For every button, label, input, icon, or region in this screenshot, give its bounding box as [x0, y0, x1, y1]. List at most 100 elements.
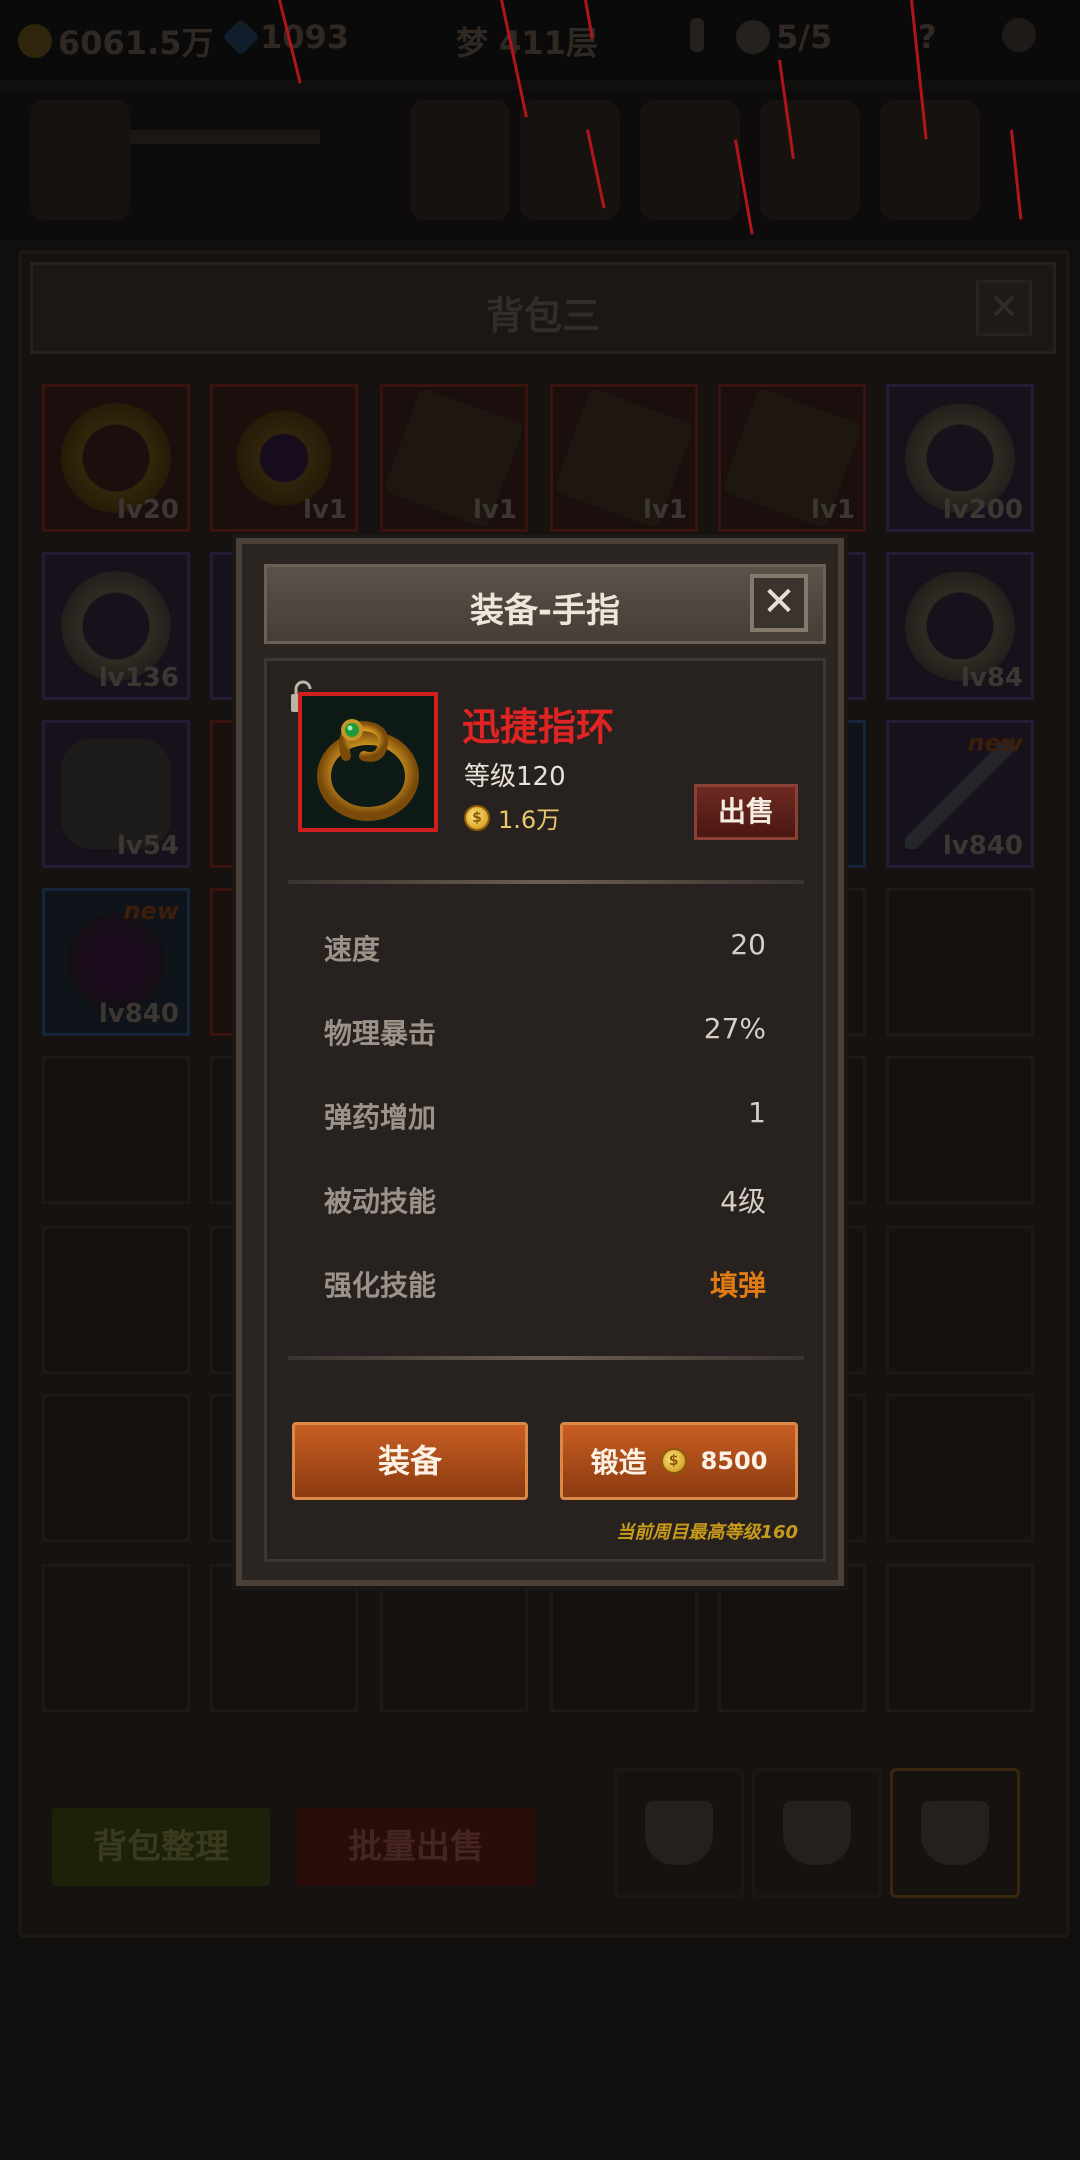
inventory-slot[interactable]: [718, 1564, 866, 1712]
bag-title-bar: 背包三: [30, 262, 1056, 354]
hero-avatar[interactable]: [30, 100, 130, 220]
inventory-slot[interactable]: [210, 1564, 358, 1712]
inventory-slot[interactable]: [886, 1226, 1034, 1374]
gold-counter: 6061.5万: [18, 18, 214, 64]
inventory-slot[interactable]: [42, 1226, 190, 1374]
stat-value: 20: [730, 928, 766, 961]
max-level-note: 当前周目最高等级160: [616, 1522, 798, 1543]
stat-label: 强化技能: [324, 1269, 437, 1302]
inventory-slot[interactable]: lv1: [550, 384, 698, 532]
divider: [288, 1356, 804, 1360]
skull-icon: [736, 20, 770, 54]
slot-level: lv1: [473, 495, 517, 525]
inventory-slot[interactable]: new lv840: [886, 720, 1034, 868]
slot-level: lv136: [98, 663, 179, 693]
gold-coin-icon: $: [464, 804, 490, 831]
party-slot[interactable]: [410, 100, 510, 220]
inventory-slot[interactable]: [886, 1394, 1034, 1542]
dialog-header: 装备-手指: [264, 564, 826, 644]
gold-amount: 6061.5万: [58, 24, 214, 62]
slot-level: lv20: [116, 495, 179, 525]
key-icon: [690, 18, 704, 52]
key-counter: [690, 18, 704, 52]
ghost-amount: 5/5: [776, 18, 833, 56]
inventory-slot[interactable]: lv84: [886, 552, 1034, 700]
forge-cost: 8500: [700, 1447, 768, 1475]
new-badge: new: [123, 897, 179, 925]
forge-button[interactable]: 锻造 $ 8500: [560, 1422, 798, 1500]
gem-amount: 1093: [260, 18, 350, 56]
inventory-slot[interactable]: lv136: [42, 552, 190, 700]
floor-label: 梦 411层: [456, 24, 598, 62]
stat-label: 物理暴击: [324, 1017, 437, 1050]
bulk-sell-button[interactable]: 批量出售: [296, 1808, 536, 1886]
bag-tab-2[interactable]: [752, 1768, 882, 1898]
inventory-slot[interactable]: lv1: [718, 384, 866, 532]
dialog-title: 装备-手指: [469, 591, 621, 631]
ghost-counter: 5/5: [736, 18, 832, 56]
party-slot[interactable]: [640, 100, 740, 220]
floor-counter: 梦 411层: [456, 18, 598, 64]
slot-level: lv84: [960, 663, 1023, 693]
settings-button[interactable]: [1002, 18, 1036, 52]
gold-coin-icon: $: [660, 1448, 687, 1474]
stat-value-skill: 填弹: [709, 1269, 766, 1302]
slot-level: lv200: [942, 495, 1023, 525]
party-slot[interactable]: [760, 100, 860, 220]
equipment-dialog: 装备-手指 ✕ 迅捷指环 等级120 $ 1.6万 出售 速度 20 物理暴击 …: [236, 538, 844, 1586]
slot-level: lv840: [98, 999, 179, 1029]
sort-bag-button[interactable]: 背包整理: [52, 1808, 270, 1886]
swift-ring-icon: [302, 696, 434, 828]
price-value: 1.6万: [498, 806, 561, 834]
sell-button[interactable]: 出售: [694, 784, 798, 840]
gear-icon: [1002, 18, 1036, 52]
inventory-slot[interactable]: [380, 1564, 528, 1712]
inventory-slot[interactable]: lv200: [886, 384, 1034, 532]
new-badge: new: [967, 729, 1023, 757]
inventory-slot[interactable]: lv20: [42, 384, 190, 532]
item-level: 等级120: [464, 762, 566, 792]
slot-level: lv1: [811, 495, 855, 525]
party-slot[interactable]: [520, 100, 620, 220]
bag-close-button[interactable]: ✕: [976, 280, 1032, 336]
stat-label: 被动技能: [324, 1185, 437, 1218]
inventory-slot[interactable]: lv1: [380, 384, 528, 532]
bag-title: 背包三: [485, 294, 600, 338]
divider: [288, 880, 804, 884]
stat-value: 27%: [703, 1012, 766, 1045]
hero-roster-bar: [0, 90, 1080, 240]
equip-button[interactable]: 装备: [292, 1422, 528, 1500]
bag-tab-1[interactable]: [614, 1768, 744, 1898]
inventory-slot[interactable]: lv1: [210, 384, 358, 532]
help-icon: ?: [918, 18, 937, 56]
slot-level: lv1: [303, 495, 347, 525]
stat-label: 弹药增加: [324, 1101, 437, 1134]
pouch-icon: [783, 1801, 851, 1865]
stat-value: 4级: [720, 1185, 766, 1218]
stat-label: 速度: [324, 933, 381, 966]
inventory-slot[interactable]: [886, 1056, 1034, 1204]
inventory-slot[interactable]: [886, 1564, 1034, 1712]
inventory-slot[interactable]: [886, 888, 1034, 1036]
item-icon-frame: [298, 692, 438, 832]
help-button[interactable]: ?: [918, 18, 937, 56]
inventory-slot[interactable]: [42, 1564, 190, 1712]
stat-value: 1: [748, 1096, 766, 1129]
inventory-slot[interactable]: [550, 1564, 698, 1712]
dialog-close-button[interactable]: ✕: [750, 574, 808, 632]
item-price: $ 1.6万: [464, 800, 560, 835]
bag-tab-3[interactable]: [890, 1768, 1020, 1898]
inventory-slot[interactable]: [42, 1056, 190, 1204]
item-name: 迅捷指环: [462, 705, 615, 749]
party-slot[interactable]: [880, 100, 980, 220]
slot-level: lv840: [942, 831, 1023, 861]
inventory-slot[interactable]: lv54: [42, 720, 190, 868]
gold-coin-icon: [18, 24, 52, 58]
pouch-icon: [645, 1801, 713, 1865]
gem-icon: [222, 18, 260, 56]
forge-label: 锻造: [590, 1446, 647, 1479]
slot-level: lv54: [116, 831, 179, 861]
inventory-slot[interactable]: new lv840: [42, 888, 190, 1036]
inventory-slot[interactable]: [42, 1394, 190, 1542]
slot-level: lv1: [643, 495, 687, 525]
